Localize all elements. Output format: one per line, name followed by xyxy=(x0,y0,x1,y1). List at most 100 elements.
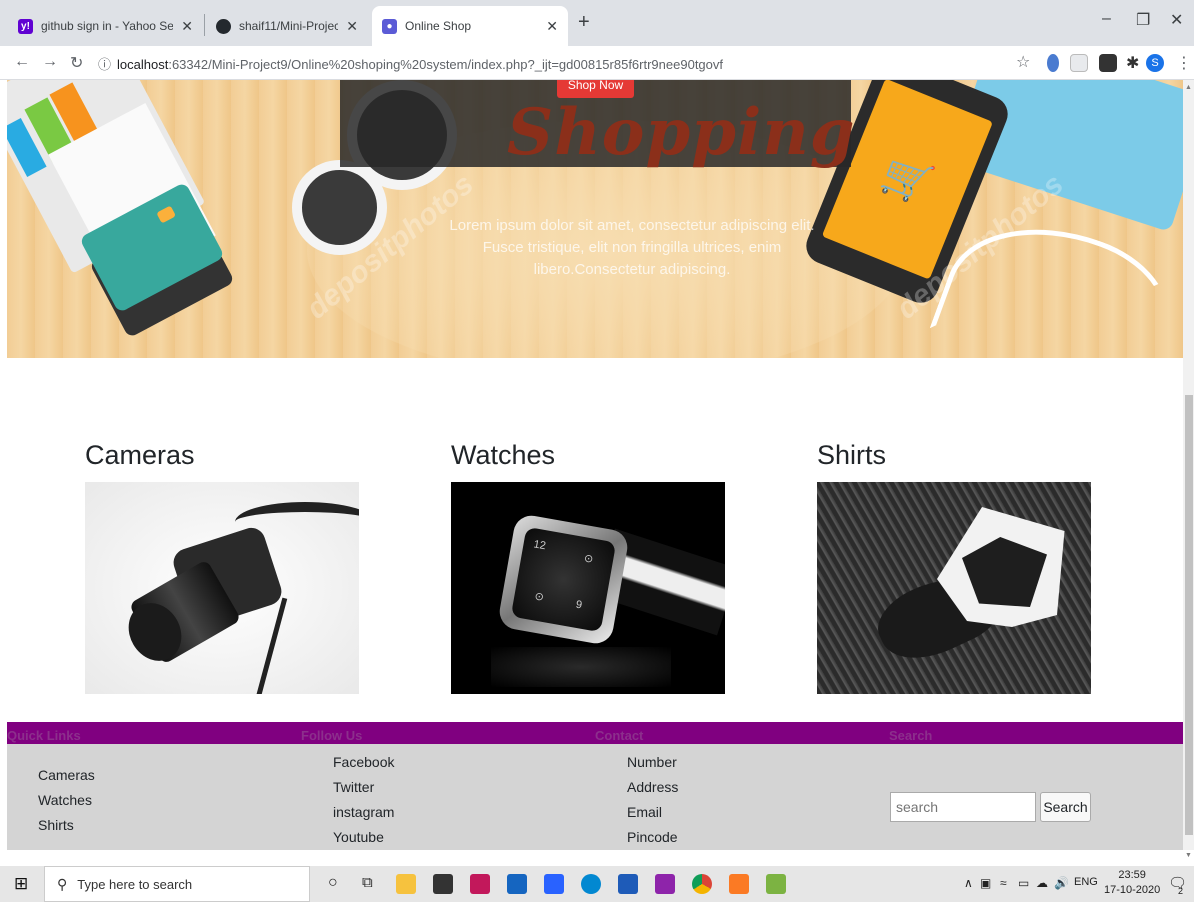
extensions-puzzle-icon[interactable]: ✱ xyxy=(1126,53,1139,73)
tray-app-icon[interactable]: ▣ xyxy=(980,876,991,890)
footer-heading-search: Search xyxy=(889,728,933,743)
menu-kebab-icon[interactable]: ⋮ xyxy=(1176,53,1192,73)
shop-now-button[interactable]: Shop Now xyxy=(557,80,634,98)
tab-title: Online Shop xyxy=(405,19,472,33)
taskbar-search-box[interactable]: ⚲ Type here to search xyxy=(44,866,310,902)
close-tab-icon[interactable]: ✕ xyxy=(181,18,193,35)
footer-link-facebook[interactable]: Facebook xyxy=(333,754,394,770)
extension-icon[interactable] xyxy=(1047,54,1059,72)
minimize-icon[interactable]: – xyxy=(1102,10,1111,28)
contact-email: Email xyxy=(627,804,663,820)
close-window-icon[interactable]: ✕ xyxy=(1170,10,1183,30)
mail-icon[interactable] xyxy=(507,874,527,894)
clock-date: 17-10-2020 xyxy=(1104,884,1161,896)
taskbar-clock[interactable]: 23:59 17-10-2020 xyxy=(1104,868,1160,898)
maximize-icon[interactable]: ❐ xyxy=(1136,10,1150,30)
watch-case: 12 ⊙ ⊙ 9 xyxy=(496,512,631,647)
address-bar: ← → ↻ ⓘ localhost:63342/Mini-Project9/Onl… xyxy=(0,46,1194,80)
category-title: Watches xyxy=(451,440,556,470)
contact-pincode: Pincode xyxy=(627,829,678,845)
notification-count: 2 xyxy=(1178,886,1184,896)
category-card-shirts[interactable]: Shirts xyxy=(817,438,1091,694)
scroll-down-icon[interactable]: ▼ xyxy=(1185,852,1192,859)
footer-link-cameras[interactable]: Cameras xyxy=(38,767,95,783)
category-title: Shirts xyxy=(817,440,887,470)
language-indicator[interactable]: ENG xyxy=(1074,876,1098,888)
close-tab-icon[interactable]: ✕ xyxy=(346,18,358,35)
phpstorm-icon[interactable] xyxy=(655,874,675,894)
extension-icon[interactable] xyxy=(1099,54,1117,72)
watch-image[interactable]: 12 ⊙ ⊙ 9 xyxy=(451,482,725,694)
footer-link-twitter[interactable]: Twitter xyxy=(333,779,374,795)
task-view-icon[interactable]: ⧉ xyxy=(362,874,373,891)
photoshop-icon[interactable] xyxy=(544,874,564,894)
close-tab-icon[interactable]: ✕ xyxy=(546,18,558,35)
watch-reflection xyxy=(491,647,671,687)
tab-online-shop[interactable]: ● Online Shop ✕ xyxy=(372,6,568,46)
category-title: Cameras xyxy=(85,440,195,470)
footer-header-bar: Quick Links Follow Us Contact Search xyxy=(7,722,1183,744)
contact-address: Address xyxy=(627,779,679,795)
info-icon[interactable]: ⓘ xyxy=(98,57,111,72)
wifi-icon[interactable]: ≈ xyxy=(1000,876,1007,890)
scrollbar-thumb[interactable] xyxy=(1185,395,1193,835)
extension-icon[interactable] xyxy=(1070,54,1088,72)
category-card-watches[interactable]: Watches 12 ⊙ ⊙ 9 xyxy=(451,438,725,694)
scroll-up-icon[interactable]: ▲ xyxy=(1185,84,1192,91)
footer-link-youtube[interactable]: Youtube xyxy=(333,829,384,845)
bookmark-star-icon[interactable]: ☆ xyxy=(1016,52,1030,72)
footer-link-shirts[interactable]: Shirts xyxy=(38,817,74,833)
footer-search-button[interactable]: Search xyxy=(1040,792,1091,822)
hero-description: Lorem ipsum dolor sit amet, consectetur … xyxy=(449,217,815,278)
category-card-cameras[interactable]: Cameras xyxy=(85,438,359,694)
site-favicon-icon: ● xyxy=(382,18,397,34)
tab-yahoo-search[interactable]: y! github sign in - Yahoo Search Re ✕ xyxy=(8,6,203,46)
chrome-icon[interactable] xyxy=(692,874,712,894)
tab-divider xyxy=(204,14,205,36)
shirt-image[interactable] xyxy=(817,482,1091,694)
windows-start-icon[interactable]: ⊞ xyxy=(14,874,28,894)
camera-image[interactable] xyxy=(85,482,359,694)
hero-headline: Shopping xyxy=(507,95,856,170)
volume-icon[interactable]: 🔊 xyxy=(1054,876,1069,890)
footer-link-watches[interactable]: Watches xyxy=(38,792,92,808)
url-field[interactable]: ⓘ localhost:63342/Mini-Project9/Online%20… xyxy=(98,54,723,73)
contact-number: Number xyxy=(627,754,677,770)
file-explorer-icon[interactable] xyxy=(396,874,416,894)
word-icon[interactable] xyxy=(618,874,638,894)
back-icon[interactable]: ← xyxy=(14,53,30,71)
github-favicon-icon xyxy=(216,18,231,34)
cortana-icon[interactable]: ○ xyxy=(328,874,338,892)
reload-icon[interactable]: ↻ xyxy=(70,53,83,73)
forward-icon[interactable]: → xyxy=(42,53,58,71)
footer-heading-follow-us: Follow Us xyxy=(301,728,363,743)
app-icon[interactable] xyxy=(470,874,490,894)
tab-github-repo[interactable]: shaif11/Mini-Project9 ✕ xyxy=(206,6,368,46)
windows-taskbar: ⊞ ⚲ Type here to search ○ ⧉ ∧ ▣ ≈ ▭ ☁ 🔊 … xyxy=(0,866,1194,902)
footer-link-instagram[interactable]: instagram xyxy=(333,804,394,820)
store-icon[interactable] xyxy=(433,874,453,894)
xampp-icon[interactable] xyxy=(729,874,749,894)
new-tab-icon[interactable]: + xyxy=(578,11,590,34)
search-icon: ⚲ xyxy=(57,875,68,892)
footer: Cameras Watches Shirts Facebook Twitter … xyxy=(7,744,1183,850)
footer-heading-contact: Contact xyxy=(595,728,644,743)
yahoo-favicon-icon: y! xyxy=(18,18,33,34)
url-path: :63342/Mini-Project9/Online%20shoping%20… xyxy=(168,57,723,72)
app-icon[interactable] xyxy=(766,874,786,894)
clock-time: 23:59 xyxy=(1118,869,1146,881)
tab-title: shaif11/Mini-Project9 xyxy=(239,19,339,33)
hero-banner: 🛒 depositphotos depositphotos Shopping S… xyxy=(7,80,1183,358)
battery-icon[interactable]: ▭ xyxy=(1018,876,1029,890)
footer-heading-quick-links: Quick Links xyxy=(7,728,81,743)
watch-dial: 12 ⊙ ⊙ 9 xyxy=(510,526,617,633)
footer-search-input[interactable] xyxy=(890,792,1036,822)
edge-icon[interactable] xyxy=(581,874,601,894)
taskbar-search-placeholder: Type here to search xyxy=(77,876,193,892)
browser-tab-bar: y! github sign in - Yahoo Search Re ✕ sh… xyxy=(0,0,1194,46)
profile-avatar[interactable]: S xyxy=(1146,54,1164,72)
tray-chevron-up-icon[interactable]: ∧ xyxy=(964,876,973,890)
onedrive-icon[interactable]: ☁ xyxy=(1036,876,1048,890)
tab-title: github sign in - Yahoo Search Re xyxy=(41,19,174,33)
url-host: localhost xyxy=(117,57,169,72)
